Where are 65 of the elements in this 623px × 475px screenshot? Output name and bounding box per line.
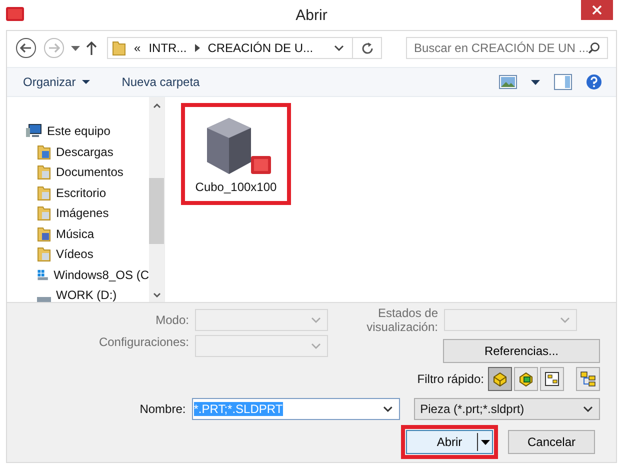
history-dropdown-icon[interactable]: [71, 46, 80, 50]
open-button[interactable]: Abrir: [406, 430, 493, 454]
up-arrow-icon[interactable]: [86, 41, 97, 55]
preview-pane-icon[interactable]: [554, 74, 572, 90]
field-label: Configuraciones:: [98, 335, 190, 349]
breadcrumb-overflow[interactable]: «: [134, 41, 141, 55]
cancel-button[interactable]: Cancelar: [508, 430, 595, 454]
folder-icon: [37, 144, 51, 160]
search-field[interactable]: Buscar en CREACIÓN DE UN ...: [406, 37, 608, 59]
folder-icon: [37, 164, 51, 180]
folder-icon: [37, 205, 51, 222]
caret-icon: [480, 440, 490, 444]
nav-item[interactable]: Windows8_OS (C: [54, 268, 149, 282]
caret-icon: [82, 80, 90, 84]
chevron-down-icon[interactable]: [334, 45, 344, 51]
chevron-icon: [194, 44, 200, 52]
close-icon: [592, 5, 602, 15]
file-type-dropdown[interactable]: Pieza (*.prt;*.sldprt): [414, 398, 600, 420]
window-title: Abrir: [294, 7, 328, 24]
file-name: Cubo_100x100: [195, 180, 277, 194]
hierarchy-icon: [580, 371, 596, 387]
folder-icon: [37, 246, 51, 262]
back-icon[interactable]: [15, 37, 37, 59]
nav-item[interactable]: Documentos: [56, 165, 124, 180]
computer-icon: [26, 124, 42, 138]
folder-icon: [37, 184, 51, 201]
part-icon: [492, 371, 508, 387]
nav-item[interactable]: WORK (D:): [56, 288, 117, 302]
view-dropdown-icon[interactable]: [531, 80, 540, 84]
breadcrumb-item[interactable]: INTR...: [148, 41, 187, 55]
quick-filter-label: Filtro rápido:: [417, 372, 484, 386]
toolbar-button[interactable]: Nueva carpeta: [118, 73, 204, 91]
folder-icon: [112, 40, 126, 56]
folder-icon: [37, 226, 51, 242]
scroll-down-icon[interactable]: [152, 293, 160, 298]
quick-filter-button[interactable]: [514, 367, 538, 391]
field-label: Nombre:: [138, 402, 187, 416]
chevron-down-icon: [311, 317, 321, 323]
address-bar[interactable]: « INTR... CREACIÓN DE U...: [107, 37, 382, 59]
app-logo-icon: [6, 6, 24, 22]
breadcrumb-item[interactable]: CREACIÓN DE U...: [208, 41, 314, 55]
assembly-icon: [518, 371, 534, 387]
scroll-up-icon[interactable]: [152, 103, 160, 108]
search-icon: [588, 42, 600, 54]
nav-item[interactable]: Imágenes: [56, 206, 109, 220]
nav-item[interactable]: Escritorio: [56, 186, 106, 200]
toolbar-button[interactable]: Organizar: [19, 73, 94, 91]
nav-item[interactable]: Música: [56, 226, 94, 241]
nav-item[interactable]: Vídeos: [56, 247, 94, 262]
nav-item[interactable]: Este equipo: [47, 124, 110, 138]
refresh-icon[interactable]: [361, 42, 374, 54]
scrollbar-thumb[interactable]: [149, 178, 164, 244]
drawing-icon: [544, 371, 560, 387]
file-item[interactable]: Cubo_100x100: [181, 103, 291, 205]
chevron-down-icon: [560, 317, 570, 323]
field-label: Estados de visualización:: [366, 306, 439, 334]
chevron-down-icon: [311, 343, 321, 349]
view-icon[interactable]: [499, 75, 517, 89]
chevron-down-icon: [583, 406, 594, 412]
close-button[interactable]: [581, 0, 613, 20]
nav-item[interactable]: Descargas: [56, 144, 114, 159]
quick-filter-button[interactable]: [540, 367, 564, 391]
field-label: Modo:: [154, 313, 190, 327]
help-icon[interactable]: [586, 74, 602, 90]
references-button[interactable]: Referencias...: [443, 339, 600, 363]
